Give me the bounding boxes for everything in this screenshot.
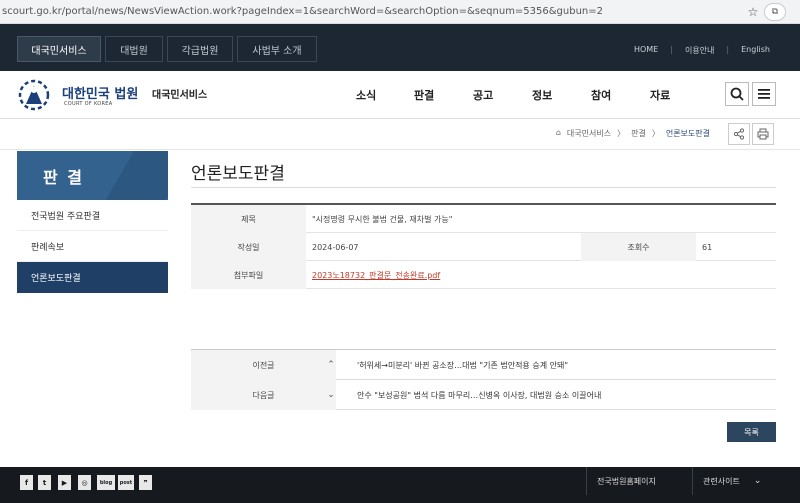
views-value: 61 xyxy=(702,242,713,252)
breadcrumb-level1[interactable]: 판결 xyxy=(631,128,646,139)
tab-judiciary-intro[interactable]: 사법부 소개 xyxy=(237,36,317,62)
logo-subtitle: COURT OF KOREA xyxy=(64,101,113,107)
date-value: 2024-06-07 xyxy=(312,242,359,252)
sidebar-item-press-judgments[interactable]: 언론보도판결 xyxy=(17,262,168,293)
sidebar-item-major-judgments[interactable]: 전국법원 주요판결 xyxy=(17,200,168,231)
guide-link[interactable]: 이용안내 xyxy=(685,45,714,56)
chevron-down-icon: ⌄ xyxy=(327,390,335,400)
breadcrumb-current: 언론보도판결 xyxy=(665,129,710,138)
attachment-label: 첨부파일 xyxy=(191,261,306,289)
blog-icon[interactable]: blog xyxy=(97,475,115,490)
breadcrumb-bar: ⌂ 대국민서비스 〉 판결 〉 언론보도판결 xyxy=(0,119,800,150)
top-links: HOME | 이용안내 | English xyxy=(634,45,770,56)
site-header: 대한민국 법원 COURT OF KOREA 대국민서비스 소식 판결 공고 정… xyxy=(0,71,800,119)
national-courts-select[interactable]: 전국법원홈페이지 xyxy=(586,467,688,495)
breadcrumb: ⌂ 대국민서비스 〉 판결 〉 언론보도판결 xyxy=(556,128,710,139)
youtube-icon[interactable]: ▶ xyxy=(58,475,71,490)
list-button[interactable]: 목록 xyxy=(727,422,776,442)
breadcrumb-home[interactable]: 대국민서비스 xyxy=(567,128,611,139)
menu-info[interactable]: 정보 xyxy=(532,87,552,103)
facebook-icon[interactable]: f xyxy=(20,475,33,490)
date-label: 작성일 xyxy=(191,233,306,261)
tab-supreme-court[interactable]: 대법원 xyxy=(105,36,163,62)
table-row: 제목 "시정명령 무시한 불법 건물, 재차벌 가능" xyxy=(191,205,776,233)
court-logo-icon[interactable] xyxy=(16,78,52,112)
print-button[interactable] xyxy=(752,123,774,145)
sidebar-title-text: 판 결 xyxy=(43,167,85,187)
star-icon[interactable]: ☆ xyxy=(742,5,764,19)
footer: f t ▶ ◎ blog post ❞ 전국법원홈페이지 관련사이트 ⌄ xyxy=(0,467,800,503)
divider: | xyxy=(726,45,730,54)
prev-row[interactable]: 이전글 ⌃ '허위세→미분리' 바뀐 공소장…대법 "기존 법안적용 승계 안돼… xyxy=(191,350,776,380)
hamburger-icon xyxy=(758,89,770,99)
divider xyxy=(191,187,776,188)
next-row[interactable]: 다음글 ⌄ 안수 "보성공원" 법석 다름 마무리…신병옥 이사장, 대법원 승… xyxy=(191,380,776,410)
search-button[interactable] xyxy=(725,82,749,106)
english-link[interactable]: English xyxy=(741,45,770,56)
related-sites-select[interactable]: 관련사이트 ⌄ xyxy=(692,467,782,495)
divider: | xyxy=(670,45,673,54)
home-icon[interactable]: ⌂ xyxy=(556,128,561,139)
sidebar-title: 판 결 xyxy=(17,151,168,200)
views-label: 조회수 xyxy=(581,233,696,261)
puzzle-icon[interactable]: ⧉ xyxy=(764,2,786,21)
tab-citizen-service[interactable]: 대국민서비스 xyxy=(17,36,101,62)
menu-notice[interactable]: 공고 xyxy=(473,87,493,103)
subject-label: 제목 xyxy=(191,205,306,233)
table-row: 첨부파일 2023노18732_판결문_전송완료.pdf xyxy=(191,261,776,289)
table-row: 작성일 2024-06-07 조회수 61 xyxy=(191,233,776,261)
menu-judgment[interactable]: 판결 xyxy=(414,87,434,103)
share-icon xyxy=(733,128,745,140)
menu-button[interactable] xyxy=(752,82,776,106)
chevron-right-icon: 〉 xyxy=(651,129,660,138)
instagram-icon[interactable]: ◎ xyxy=(78,475,91,490)
service-name: 대국민서비스 xyxy=(152,90,208,101)
menu-materials[interactable]: 자료 xyxy=(650,87,670,103)
tab-courts[interactable]: 각급법원 xyxy=(167,36,233,62)
sidebar-title-decoration xyxy=(105,151,168,200)
top-nav-bar: 대국민서비스 대법원 각급법원 사법부 소개 HOME | 이용안내 | Eng… xyxy=(0,24,800,71)
subject-value: "시정명령 무시한 불법 건물, 재차벌 가능" xyxy=(312,214,453,224)
next-article-link[interactable]: 안수 "보성공원" 법석 다름 마무리…신병옥 이사장, 대법원 승소 이끌어내 xyxy=(357,380,601,410)
chevron-down-icon: ⌄ xyxy=(753,476,762,486)
attachment-link[interactable]: 2023노18732_판결문_전송완료.pdf xyxy=(312,261,440,289)
sidebar-item-case-bulletin[interactable]: 판례속보 xyxy=(17,231,168,262)
post-icon[interactable]: post xyxy=(118,475,134,490)
url-text[interactable]: scourt.go.kr/portal/news/NewsViewAction.… xyxy=(0,6,742,17)
national-courts-select-label: 전국법원홈페이지 xyxy=(597,476,656,486)
twitter-icon[interactable]: t xyxy=(38,475,51,490)
search-icon xyxy=(730,87,744,101)
page-title: 언론보도판결 xyxy=(191,164,285,184)
related-sites-select-label: 관련사이트 xyxy=(703,476,740,486)
share-button[interactable] xyxy=(728,123,750,145)
menu-news[interactable]: 소식 xyxy=(356,87,376,103)
prev-article-link[interactable]: '허위세→미분리' 바뀐 공소장…대법 "기존 법안적용 승계 안돼" xyxy=(357,350,568,380)
chevron-right-icon: 〉 xyxy=(617,129,626,138)
print-icon xyxy=(757,128,769,140)
prev-next-nav: 이전글 ⌃ '허위세→미분리' 바뀐 공소장…대법 "기존 법안적용 승계 안돼… xyxy=(191,349,776,410)
home-link[interactable]: HOME xyxy=(634,45,658,56)
quote-icon[interactable]: ❞ xyxy=(139,475,152,490)
article-info-table: 제목 "시정명령 무시한 불법 건물, 재차벌 가능" 작성일 2024-06-… xyxy=(191,203,776,289)
chevron-up-icon: ⌃ xyxy=(327,360,335,370)
logo-title[interactable]: 대한민국 법원 xyxy=(62,83,138,102)
menu-participation[interactable]: 참여 xyxy=(591,87,611,103)
browser-address-bar[interactable]: scourt.go.kr/portal/news/NewsViewAction.… xyxy=(0,0,800,24)
